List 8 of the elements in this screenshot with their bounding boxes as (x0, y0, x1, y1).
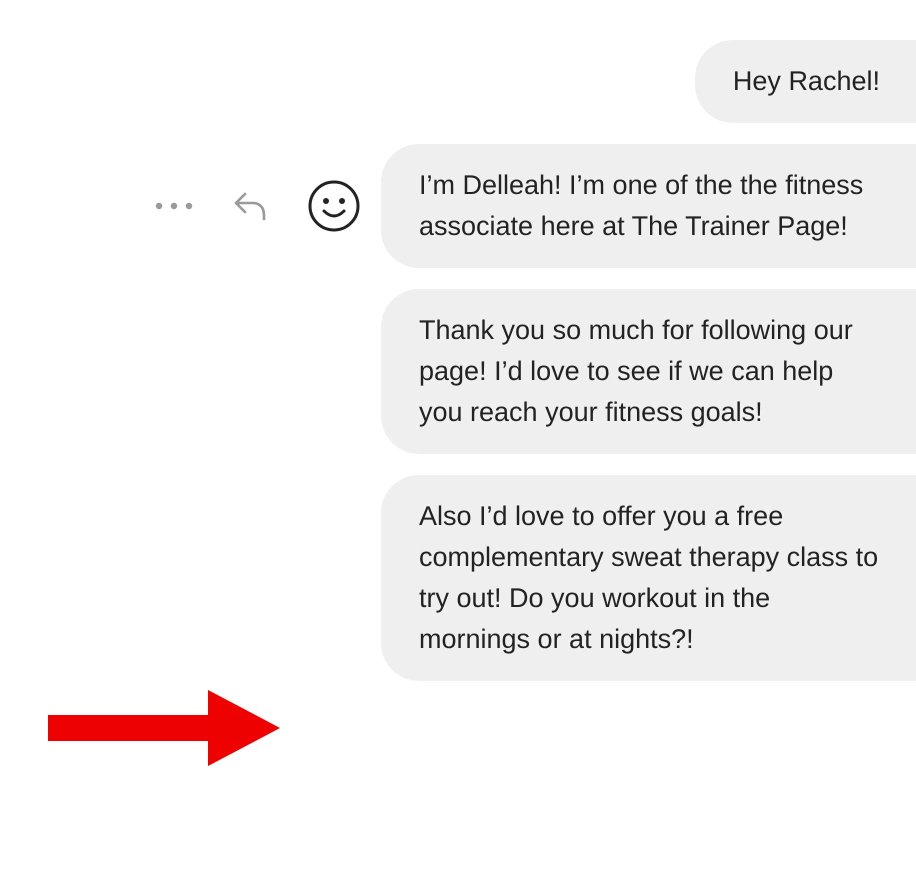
reply-icon[interactable] (233, 191, 267, 221)
message-bubble: Thank you so much for following our page! I’d love to see if we can help you reach your fitness goals! (381, 289, 916, 454)
more-icon[interactable] (155, 202, 193, 210)
arrow-icon (48, 690, 280, 766)
message-bubble: Also I’d love to offer you a free complementary sweat therapy class to try out! Do you workout in the mornings or at nights?! (381, 475, 916, 681)
message-bubble: Hey Rachel! (694, 40, 916, 123)
message-bubble: I’m Delleah! I’m one of the the fitness associate here at The Trainer Page! (381, 144, 916, 268)
emoji-icon[interactable] (307, 179, 361, 233)
